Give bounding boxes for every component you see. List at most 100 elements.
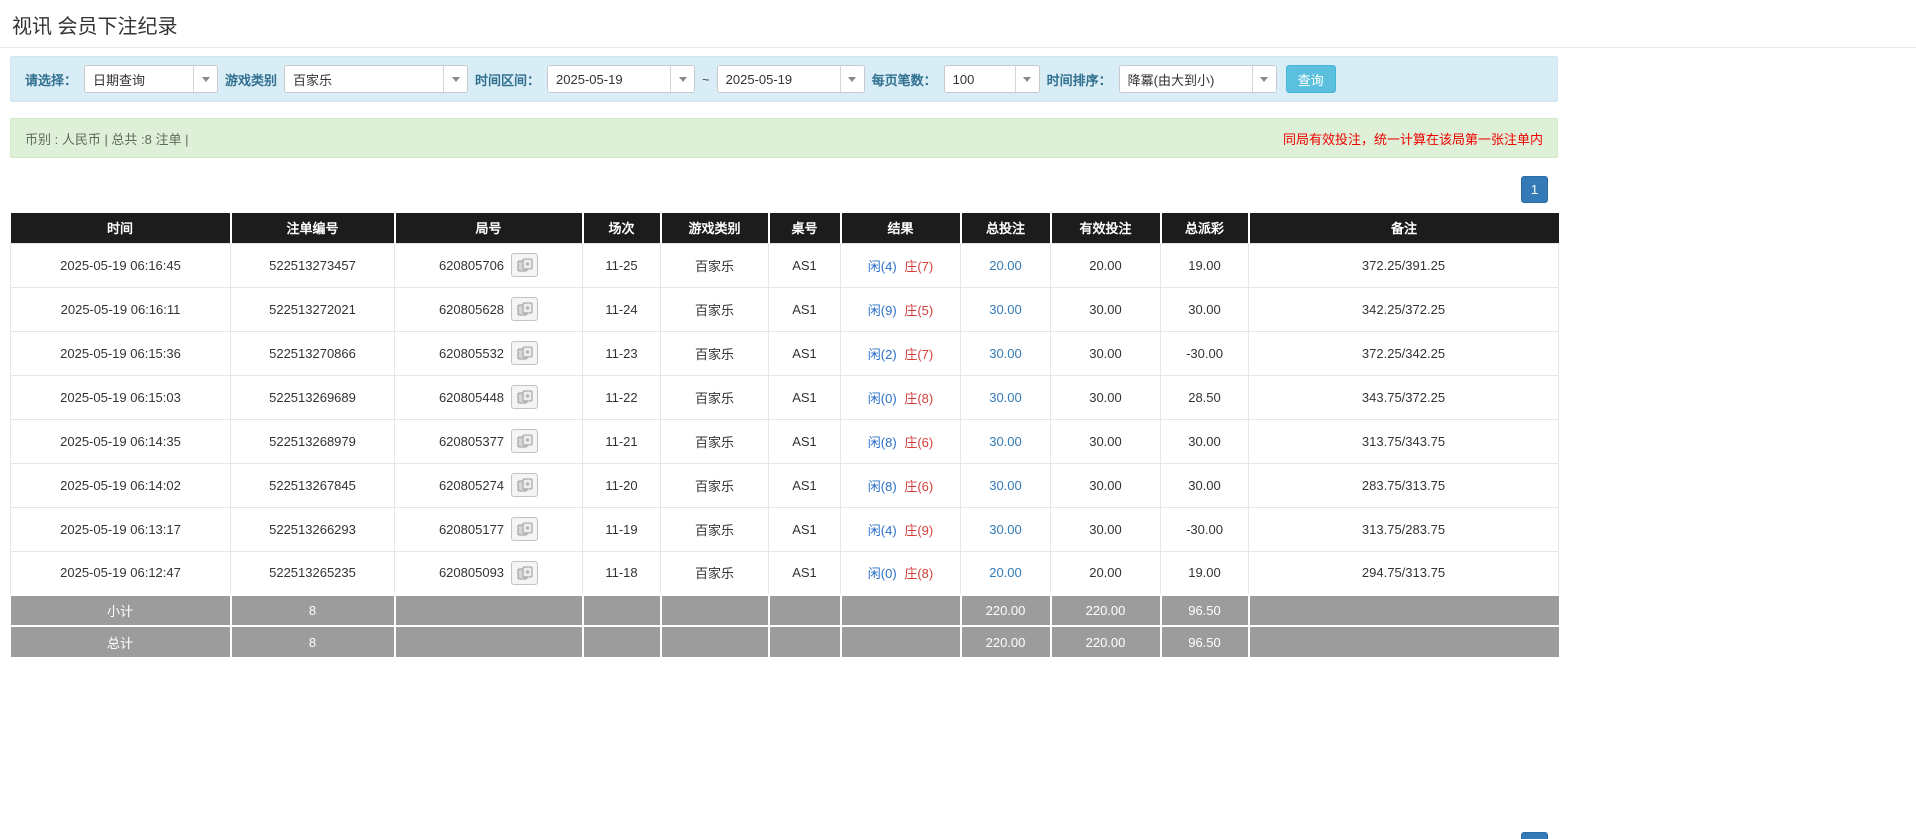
caret-down-icon	[201, 76, 210, 82]
player-result: 闲(4)	[867, 258, 897, 274]
cell-game-type: 百家乐	[660, 242, 769, 288]
cell-valid-bet: 30.00	[1050, 418, 1161, 464]
cell-result: 闲(4) 庄(9)	[840, 506, 961, 552]
cell-round-id: 620805706	[394, 242, 583, 288]
view-round-result-button[interactable]	[511, 297, 539, 321]
cell-round-id: 620805532	[394, 330, 583, 376]
total-payout: 96.50	[1160, 625, 1250, 657]
total-bet-link[interactable]: 30.00	[989, 302, 1022, 317]
cell-bet-id: 522513267845	[230, 462, 395, 508]
round-id-text: 620805093	[438, 565, 505, 581]
cell-session: 11-21	[582, 418, 661, 464]
subtotal-valid-bet: 220.00	[1050, 594, 1162, 626]
cell-payout: 19.00	[1160, 550, 1249, 596]
cell-bet-id: 522513270866	[230, 330, 395, 376]
total-bet-link[interactable]: 30.00	[989, 478, 1022, 493]
cell-session: 11-25	[582, 242, 661, 288]
total-bet-link[interactable]: 20.00	[989, 565, 1022, 580]
view-round-result-button[interactable]	[511, 253, 539, 277]
cell-time: 2025-05-19 06:16:11	[10, 286, 231, 332]
column-header: 总投注	[960, 213, 1052, 243]
view-round-result-button[interactable]	[511, 560, 539, 585]
cell-valid-bet: 30.00	[1050, 330, 1161, 376]
player-result: 闲(9)	[867, 302, 897, 318]
table-row: 2025-05-19 06:16:45 522513273457 6208057…	[10, 242, 1559, 288]
player-result: 闲(8)	[867, 434, 897, 450]
total-empty	[768, 625, 842, 657]
table-head: 时间 注单编号 局号 场次 游戏类别 桌号 结果 总投注 有效投注 总派彩 备注	[10, 213, 1559, 243]
subtotal-count: 8	[230, 594, 396, 626]
view-round-result-button[interactable]	[511, 341, 539, 365]
subtotal-empty	[660, 594, 770, 626]
grand-total-row: 总计 8 220.00 220.00 96.50	[10, 625, 1559, 657]
subtotal-row: 小计 8 220.00 220.00 96.50	[10, 594, 1559, 626]
cell-table-no: AS1	[768, 550, 841, 596]
query-type-combo	[84, 65, 219, 93]
player-result: 闲(0)	[867, 390, 897, 406]
date-from-caret-button[interactable]	[670, 66, 695, 92]
round-id-text: 620805706	[438, 257, 505, 273]
query-type-caret-button[interactable]	[193, 66, 218, 92]
cell-valid-bet: 30.00	[1050, 462, 1161, 508]
cell-time: 2025-05-19 06:13:17	[10, 506, 231, 552]
page-1-button[interactable]: 1	[1521, 176, 1548, 203]
total-empty	[394, 625, 584, 657]
table-row: 2025-05-19 06:13:17 522513266293 6208051…	[10, 506, 1559, 552]
game-result-icon	[517, 434, 533, 448]
cell-result: 闲(4) 庄(7)	[840, 242, 961, 288]
game-type-label: 游戏类别	[225, 72, 278, 88]
time-range-label: 时间区间：	[475, 72, 541, 88]
total-bet-link[interactable]: 30.00	[989, 346, 1022, 361]
view-round-result-button[interactable]	[511, 517, 539, 541]
cell-valid-bet: 30.00	[1050, 506, 1161, 552]
column-header: 场次	[582, 213, 662, 243]
page-size-input[interactable]	[944, 66, 1015, 92]
cell-result: 闲(8) 庄(6)	[840, 462, 961, 508]
round-id-text: 620805628	[438, 301, 505, 317]
summary-bar: 币别 : 人民币 | 总共 :8 注单 | 同局有效投注，统一计算在该局第一张注…	[10, 118, 1558, 158]
valid-bet-notice: 同局有效投注，统一计算在该局第一张注单内	[1282, 131, 1543, 147]
date-from-input[interactable]	[548, 66, 671, 92]
subtotal-empty	[768, 594, 842, 626]
search-button[interactable]: 查询	[1285, 65, 1336, 93]
game-type-input[interactable]	[285, 66, 444, 92]
table-row: 2025-05-19 06:14:35 522513268979 6208053…	[10, 418, 1559, 464]
cell-note: 343.75/372.25	[1248, 374, 1559, 420]
banker-result: 庄(7)	[904, 346, 934, 362]
subtotal-empty	[1248, 594, 1559, 626]
query-type-input[interactable]	[85, 66, 194, 92]
column-header: 桌号	[768, 213, 842, 243]
total-bet-link[interactable]: 30.00	[989, 434, 1022, 449]
banker-result: 庄(8)	[904, 390, 934, 406]
page-size-caret-button[interactable]	[1014, 66, 1039, 92]
date-to-input[interactable]	[717, 66, 840, 92]
page-1-button-bottom[interactable]: 1	[1521, 832, 1548, 839]
sort-label: 时间排序：	[1046, 72, 1112, 88]
cell-payout: 19.00	[1160, 242, 1249, 288]
total-bet-link[interactable]: 30.00	[989, 390, 1022, 405]
table-row: 2025-05-19 06:15:36 522513270866 6208055…	[10, 330, 1559, 376]
total-bet-link[interactable]: 20.00	[989, 258, 1022, 273]
cell-game-type: 百家乐	[660, 330, 769, 376]
date-to-caret-button[interactable]	[839, 66, 864, 92]
column-header: 备注	[1248, 213, 1559, 243]
cell-payout: 30.00	[1160, 462, 1249, 508]
total-bet-link[interactable]: 30.00	[989, 522, 1022, 537]
banker-result: 庄(6)	[904, 478, 934, 494]
cell-result: 闲(9) 庄(5)	[840, 286, 961, 332]
sort-input[interactable]	[1119, 66, 1252, 92]
caret-down-icon	[451, 76, 460, 82]
cell-bet-id: 522513272021	[230, 286, 395, 332]
view-round-result-button[interactable]	[511, 473, 539, 497]
sort-caret-button[interactable]	[1251, 66, 1276, 92]
cell-note: 294.75/313.75	[1248, 550, 1559, 596]
view-round-result-button[interactable]	[511, 385, 539, 409]
game-result-icon	[517, 346, 533, 360]
game-result-icon	[517, 302, 533, 316]
table-header-row: 时间 注单编号 局号 场次 游戏类别 桌号 结果 总投注 有效投注 总派彩 备注	[10, 213, 1559, 243]
cell-valid-bet: 20.00	[1050, 550, 1161, 596]
subtotal-label: 小计	[10, 594, 232, 626]
game-type-caret-button[interactable]	[443, 66, 468, 92]
cell-result: 闲(0) 庄(8)	[840, 550, 961, 596]
view-round-result-button[interactable]	[511, 429, 539, 453]
